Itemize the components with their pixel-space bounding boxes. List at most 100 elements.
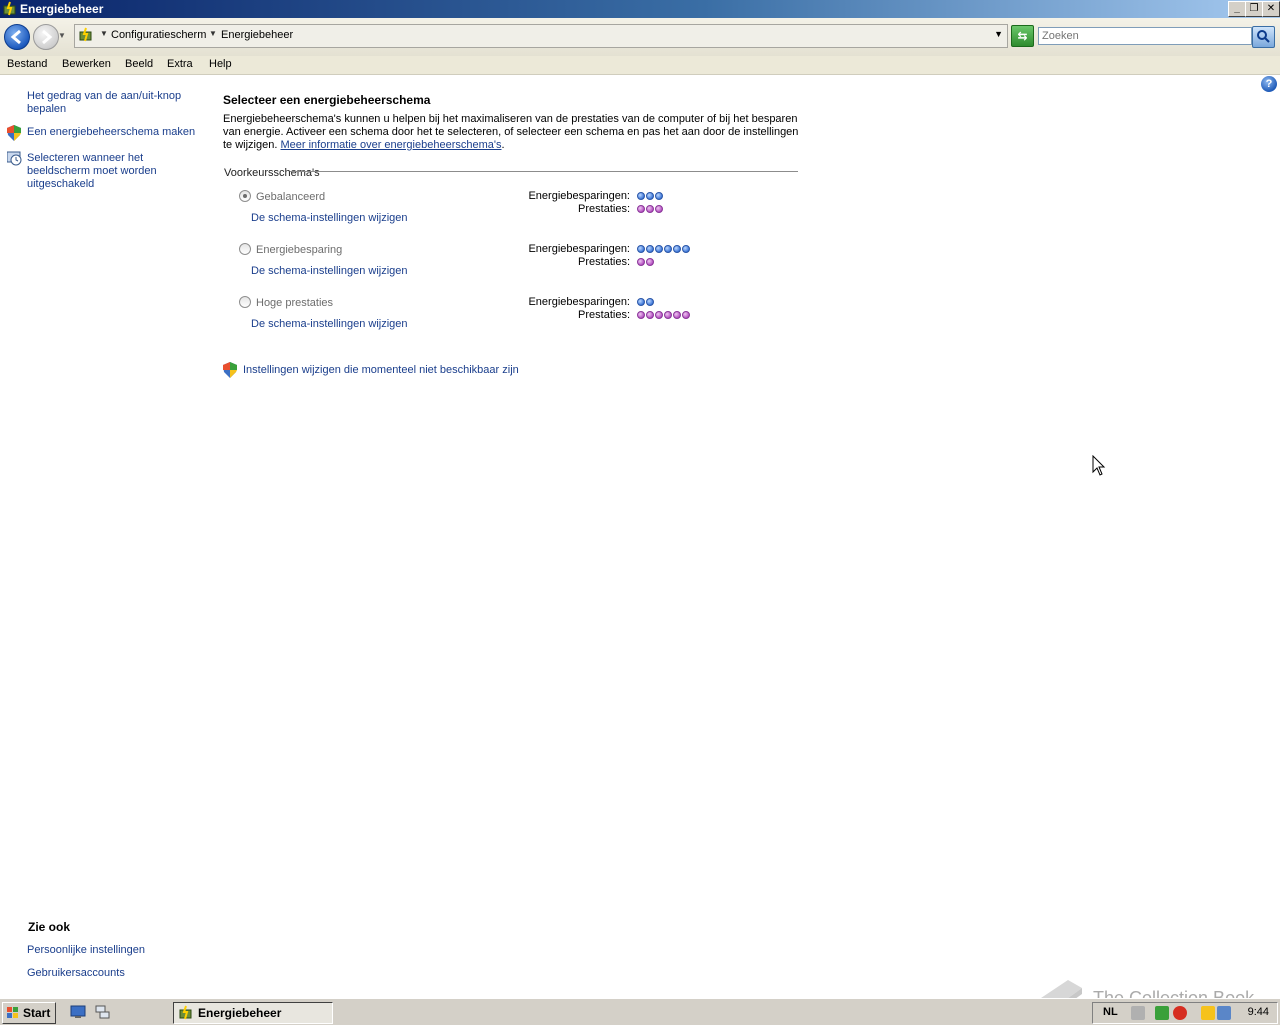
clock[interactable]: 9:44 (1248, 1006, 1269, 1018)
change-plan-settings-link[interactable]: De schema-instellingen wijzigen (251, 212, 408, 224)
chevron-right-icon[interactable]: ▼ (100, 29, 108, 38)
performance-label: Prestaties: (578, 309, 630, 321)
task-line: bepalen (27, 103, 67, 115)
breadcrumb-power-options[interactable]: Energiebeheer (221, 29, 293, 41)
rating-dot (637, 258, 645, 266)
menu-bar: Bestand Bewerken Beeld Extra Help (0, 56, 1280, 75)
see-also-user-accounts[interactable]: Gebruikersaccounts (27, 967, 125, 980)
start-label: Start (23, 1006, 51, 1020)
task-line: Selecteren wanneer het (27, 152, 144, 164)
search-icon (1257, 30, 1270, 43)
show-desktop-icon[interactable] (70, 1005, 86, 1019)
performance-rating (637, 311, 691, 319)
more-info-link[interactable]: Meer informatie over energiebeheerschema… (280, 139, 501, 151)
change-plan-settings-link[interactable]: De schema-instellingen wijzigen (251, 265, 408, 277)
restore-button[interactable]: ❐ (1245, 1, 1263, 17)
taskbar: Start Energiebeheer NL 9:44 (0, 998, 1280, 1025)
rating-dot (646, 205, 654, 213)
plan-name-balanced[interactable]: Gebalanceerd (256, 191, 325, 203)
plan-radio-balanced[interactable] (239, 190, 251, 202)
search-input[interactable] (1038, 27, 1252, 45)
start-button[interactable]: Start (2, 1002, 56, 1024)
rating-dot (646, 311, 654, 319)
group-divider (290, 171, 798, 172)
shield-icon (7, 125, 21, 141)
rating-dot (673, 245, 681, 253)
power-options-icon (179, 1005, 192, 1020)
help-icon[interactable]: ? (1261, 76, 1277, 92)
page-title: Selecteer een energiebeheerschema (223, 93, 431, 107)
plan-radio-high-performance[interactable] (239, 296, 251, 308)
refresh-button[interactable]: ⇆ (1011, 25, 1034, 47)
taskbar-window-label: Energiebeheer (198, 1006, 282, 1020)
rating-dot (646, 245, 654, 253)
window-title: Energiebeheer (20, 2, 104, 16)
savings-label: Energiebesparingen: (528, 190, 630, 202)
task-line: uitgeschakeld (27, 178, 95, 190)
security-icon[interactable] (1155, 1006, 1169, 1020)
task-line: Het gedrag van de aan/uit-knop (27, 90, 182, 102)
network-icon[interactable] (1217, 1006, 1231, 1020)
minimize-button[interactable]: _ (1228, 1, 1246, 17)
change-unavailable-settings-link[interactable]: Instellingen wijzigen die momenteel niet… (243, 364, 519, 376)
server-manager-icon[interactable] (94, 1005, 110, 1019)
warning-icon[interactable] (1201, 1006, 1215, 1020)
mouse-cursor-icon (1092, 455, 1106, 476)
address-dropdown-icon[interactable]: ▼ (994, 29, 1003, 39)
performance-label: Prestaties: (578, 256, 630, 268)
performance-rating (637, 205, 664, 213)
back-button[interactable] (4, 24, 30, 50)
menu-file[interactable]: Bestand (7, 58, 47, 70)
rating-dot (637, 311, 645, 319)
rating-dot (673, 311, 681, 319)
recent-pages-dropdown[interactable]: ▼ (58, 31, 66, 40)
alert-icon[interactable] (1173, 1006, 1187, 1020)
rating-dot (664, 245, 672, 253)
rating-dot (655, 192, 663, 200)
see-also-heading: Zie ook (28, 920, 71, 934)
task-power-button-behavior[interactable]: Het gedrag van de aan/uit-knop bepalen (27, 90, 181, 116)
breadcrumb[interactable]: ▼ Configuratiescherm ▼ Energiebeheer ▼ (74, 24, 1008, 48)
see-also-personalization[interactable]: Persoonlijke instellingen (27, 944, 145, 957)
preferred-plans-label: Voorkeursschema's (224, 167, 320, 179)
page-description: Energiebeheerschema's kunnen u helpen bi… (223, 113, 799, 151)
performance-rating (637, 258, 655, 266)
savings-rating (637, 298, 655, 306)
savings-rating (637, 192, 664, 200)
rating-dot (637, 205, 645, 213)
power-options-icon (3, 1, 16, 16)
plan-radio-power-saver[interactable] (239, 243, 251, 255)
rating-dot (655, 205, 663, 213)
keyboard-icon[interactable] (1131, 1006, 1145, 1020)
rating-dot (637, 245, 645, 253)
windows-logo-icon (7, 1007, 18, 1018)
rating-dot (637, 298, 645, 306)
rating-dot (646, 298, 654, 306)
menu-edit[interactable]: Bewerken (62, 58, 111, 70)
savings-rating (637, 245, 691, 253)
task-create-power-plan[interactable]: Een energiebeheerschema maken (27, 126, 195, 139)
task-display-off-timing[interactable]: Selecteren wanneer het beeldscherm moet … (27, 152, 157, 191)
title-bar: Energiebeheer _ ❐ ✕ (0, 0, 1280, 18)
plan-name-high-performance[interactable]: Hoge prestaties (256, 297, 333, 309)
performance-label: Prestaties: (578, 203, 630, 215)
forward-button[interactable] (33, 24, 59, 50)
savings-label: Energiebesparingen: (528, 243, 630, 255)
menu-help[interactable]: Help (209, 58, 232, 70)
menu-tools[interactable]: Extra (167, 58, 193, 70)
rating-dot (682, 311, 690, 319)
change-plan-settings-link[interactable]: De schema-instellingen wijzigen (251, 318, 408, 330)
close-button[interactable]: ✕ (1262, 1, 1280, 17)
menu-view[interactable]: Beeld (125, 58, 153, 70)
search-button[interactable] (1252, 26, 1275, 48)
plan-name-power-saver[interactable]: Energiebesparing (256, 244, 342, 256)
shield-icon (223, 362, 237, 378)
language-indicator[interactable]: NL (1103, 1006, 1118, 1018)
chevron-right-icon[interactable]: ▼ (209, 29, 217, 38)
rating-dot (664, 311, 672, 319)
rating-dot (646, 258, 654, 266)
display-clock-icon (7, 151, 22, 166)
taskbar-window-power-options[interactable]: Energiebeheer (173, 1002, 333, 1024)
address-bar: ▼ ▼ Configuratiescherm ▼ Energiebeheer ▼… (0, 18, 1280, 57)
breadcrumb-control-panel[interactable]: Configuratiescherm (111, 29, 206, 41)
